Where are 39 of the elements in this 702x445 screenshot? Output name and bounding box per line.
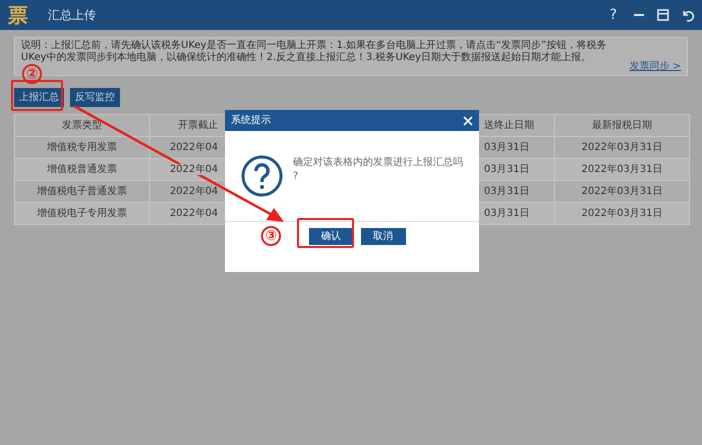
table-cell: 2022年04 [170, 186, 218, 197]
table-cell: 2022年03月31日 [582, 164, 662, 175]
highlight-frame [297, 218, 354, 248]
column-header: 开票截止 [178, 120, 218, 131]
help-button[interactable]: ? [606, 4, 621, 26]
dialog-message-mark: ? [293, 170, 300, 184]
step-marker: ③ [261, 226, 281, 246]
close-icon[interactable] [463, 116, 473, 126]
toolbar-button[interactable]: 上报汇总 [14, 88, 64, 107]
table-cell: 03月31日 [484, 164, 530, 175]
window-title: 汇总上传 [48, 7, 96, 24]
column-header: 最新报税日期 [592, 120, 652, 131]
table-cell: 2022年03月31日 [582, 186, 662, 197]
notice-text: 说明：上报汇总前，请先确认该税务UKey是否一直在同一电脑上开票：1.如果在多台电脑上开过票，请点击“发票同步”按钮，将税务UKey中的发票同步到本地电脑，以确保统计的准确性！2.反之直接上报汇总！3.税务UKey日期大于数据报送起始日期才能上报。 [21, 40, 608, 64]
cancel-button[interactable]: 取消 [360, 228, 406, 245]
table-cell: 增值税电子普通发票 [37, 186, 127, 197]
dialog-title: 系统提示 [231, 114, 271, 128]
sync-link[interactable]: 发票同步 > [629, 59, 681, 74]
table-cell: 2022年04 [170, 208, 218, 219]
table-cell: 增值税专用发票 [47, 142, 117, 153]
table-cell: 2022年04 [170, 164, 218, 175]
table-cell: 2022年04 [170, 142, 218, 153]
table-cell: 03月31日 [484, 186, 530, 197]
confirm-button[interactable]: 确认 [308, 228, 354, 245]
back-icon[interactable] [681, 8, 694, 22]
column-header: 送终止日期 [484, 120, 534, 131]
app-logo: 票 [8, 5, 28, 25]
highlight-frame [11, 80, 63, 111]
step-marker: ② [22, 64, 42, 84]
toolbar-button[interactable]: 反写监控 [70, 88, 120, 107]
question-icon [241, 155, 283, 197]
maximize-icon[interactable] [657, 9, 669, 21]
table-cell: 2022年03月31日 [582, 142, 662, 153]
table-cell: 03月31日 [484, 208, 530, 219]
table-cell: 2022年03月31日 [582, 208, 662, 219]
table-cell: 增值税电子专用发票 [37, 208, 127, 219]
table-cell: 增值税普通发票 [47, 164, 117, 175]
dialog-message: 确定对该表格内的发票进行上报汇总吗 [293, 156, 463, 170]
table-cell: 03月31日 [484, 142, 530, 153]
